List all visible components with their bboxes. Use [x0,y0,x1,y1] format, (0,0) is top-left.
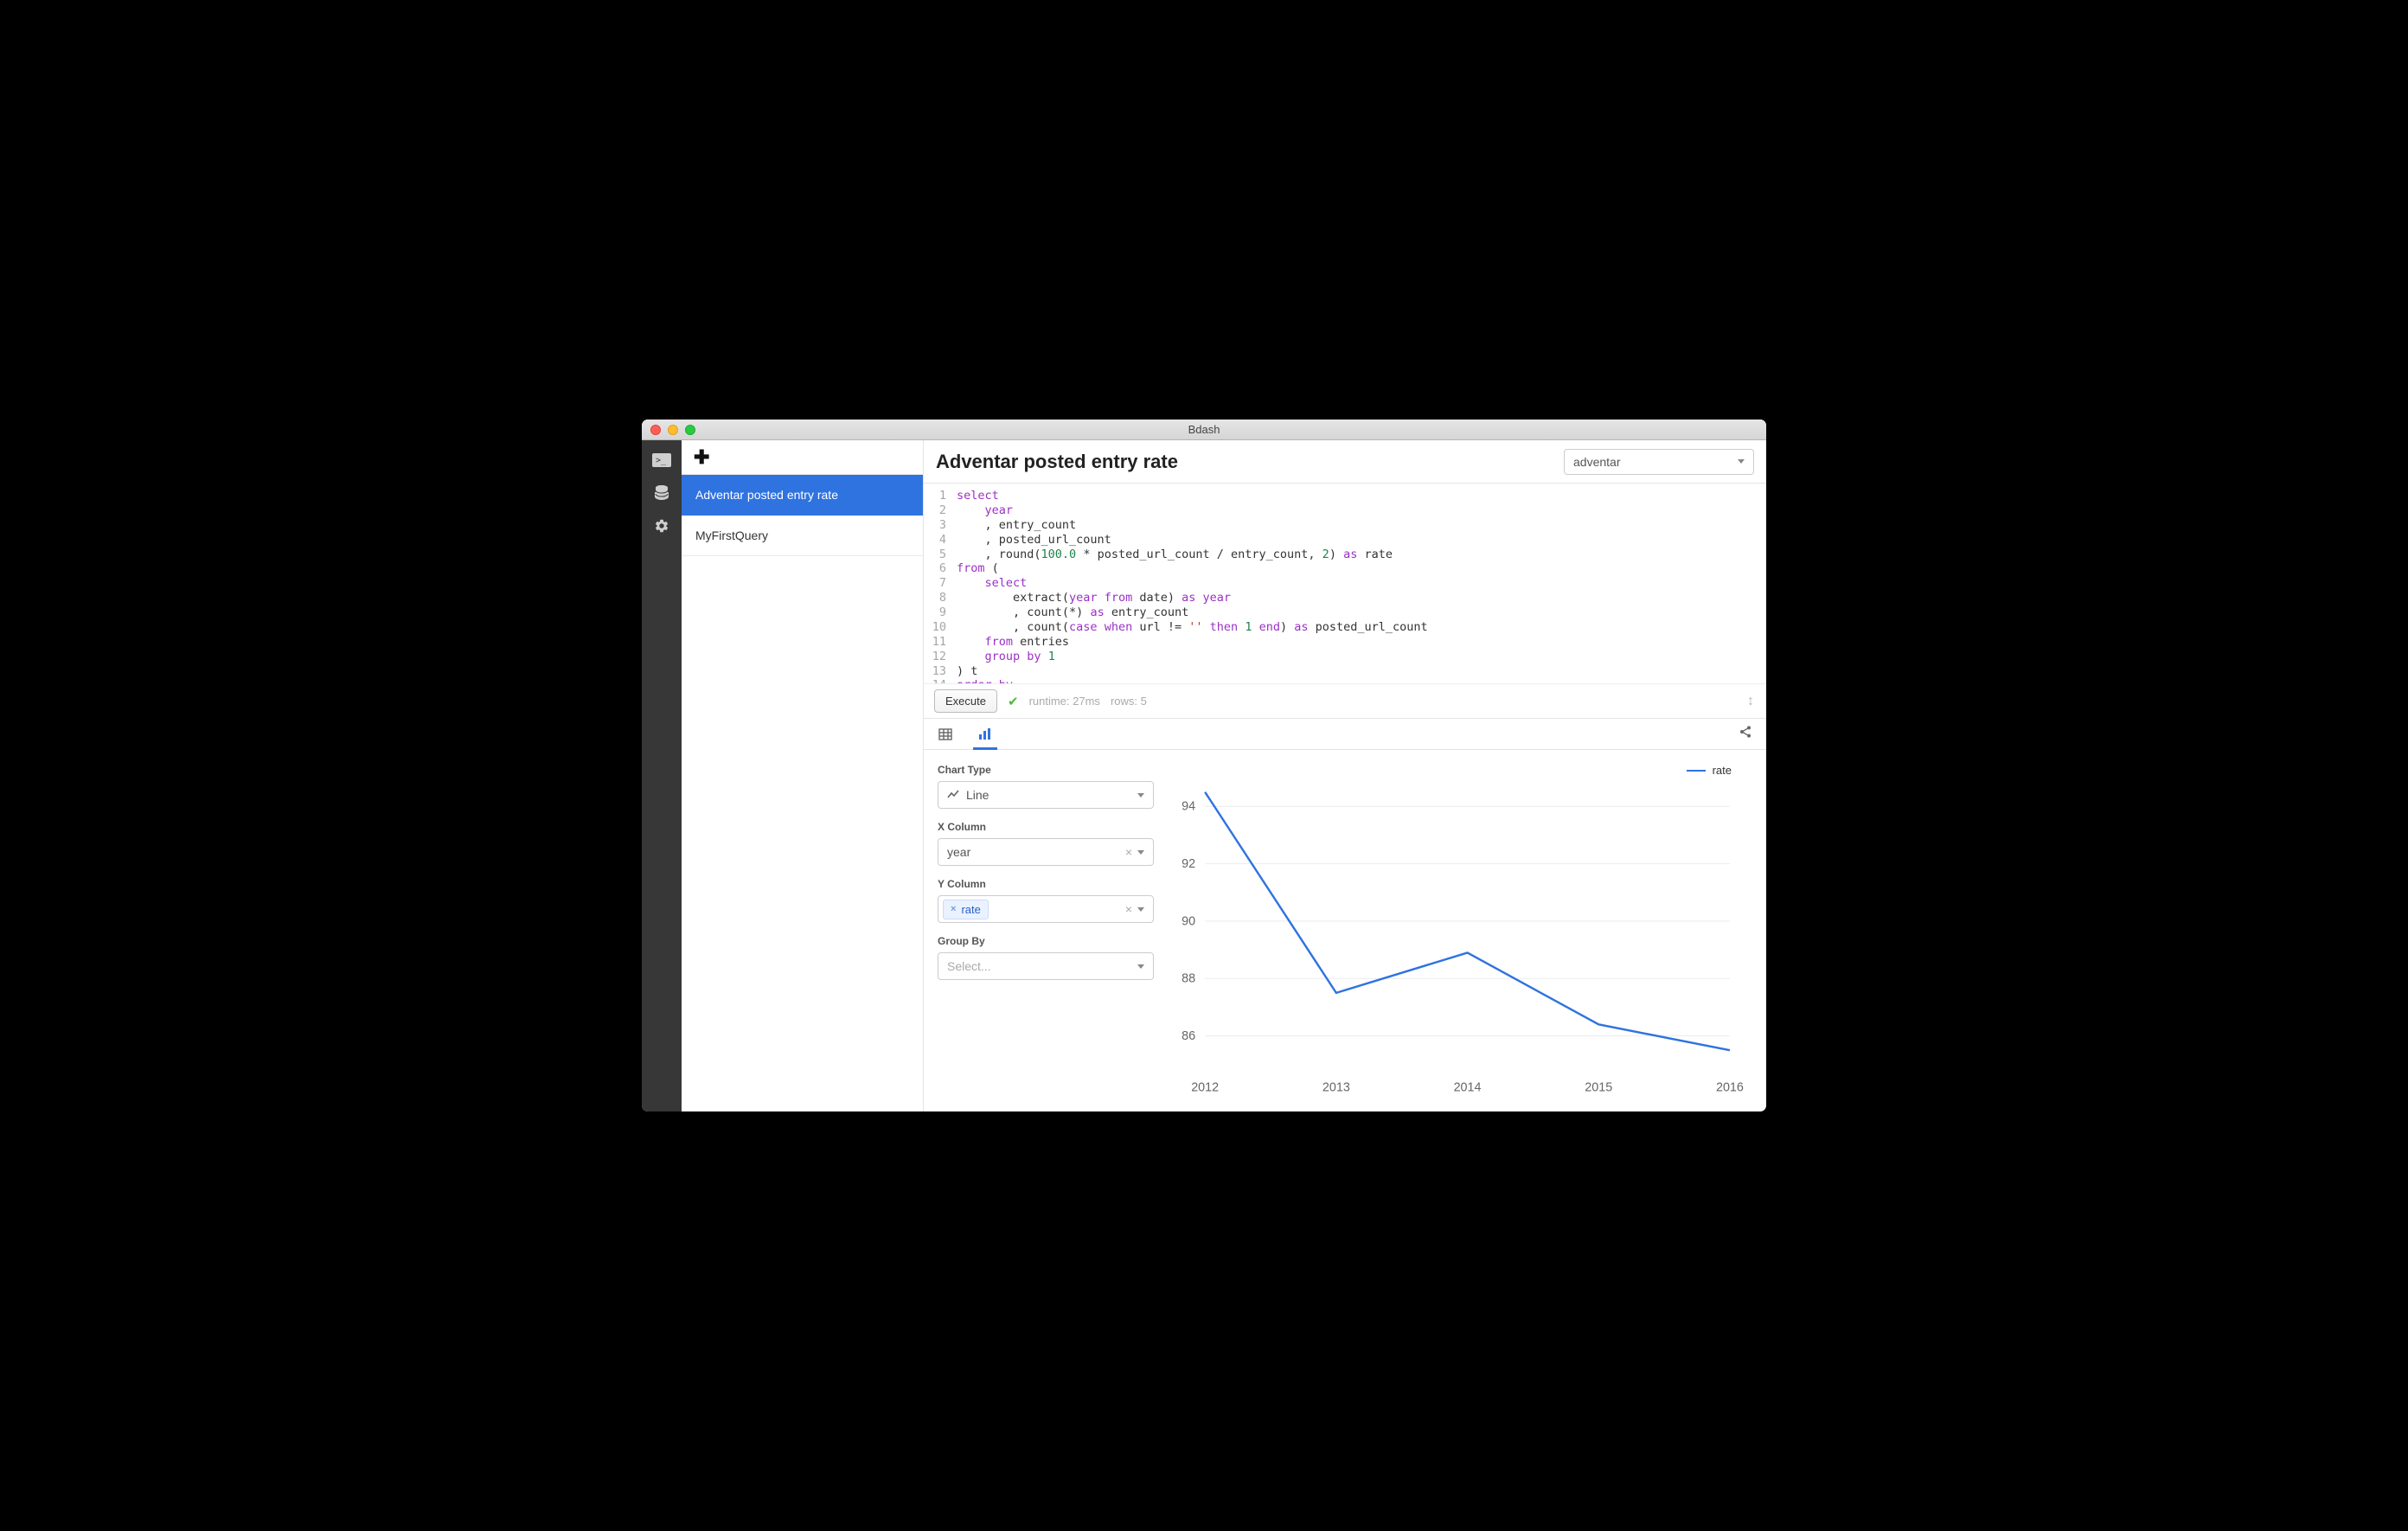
svg-text:88: 88 [1182,972,1195,986]
caret-down-icon [1137,793,1144,798]
chart-canvas: rate 86 88 90 92 94 2012 2013 2014 2015 2016 [1157,750,1766,1111]
x-column-value: year [947,845,970,859]
main-header: Adventar posted entry rate adventar [924,440,1766,484]
chart-legend: rate [1687,764,1732,777]
svg-text:94: 94 [1182,800,1195,814]
bar-chart-icon [978,728,992,740]
runtime-text: runtime: 27ms [1029,695,1100,708]
query-list-item[interactable]: Adventar posted entry rate [682,475,923,516]
clear-y-icon[interactable]: × [1125,902,1132,916]
caret-down-icon [1738,459,1745,464]
y-column-control: Y Column × rate × [938,878,1143,923]
svg-text:2015: 2015 [1585,1081,1612,1095]
zoom-window-button[interactable] [685,425,695,435]
svg-text:92: 92 [1182,857,1195,871]
query-list-header: ✚ [682,440,923,475]
chart-type-value: Line [966,788,989,802]
terminal-icon[interactable]: >_ [651,452,672,468]
window-title: Bdash [1188,423,1220,436]
line-chart[interactable]: 86 88 90 92 94 2012 2013 2014 2015 2016 [1157,759,1749,1103]
y-column-label: Y Column [938,878,1143,890]
chart-type-label: Chart Type [938,764,1143,776]
svg-text:>_: >_ [656,456,667,465]
share-button[interactable] [1739,725,1752,743]
legend-swatch [1687,770,1706,772]
execute-button[interactable]: Execute [934,689,997,713]
result-tabs [924,719,1766,750]
check-icon: ✔ [1008,694,1019,709]
close-window-button[interactable] [650,425,661,435]
caret-down-icon [1137,850,1144,855]
svg-text:2013: 2013 [1322,1081,1350,1095]
rows-text: rows: 5 [1111,695,1147,708]
caret-down-icon [1137,964,1144,969]
y-column-select[interactable]: × rate × [938,895,1154,923]
query-list-item[interactable]: MyFirstQuery [682,516,923,556]
resize-handle-icon[interactable]: ↕ [1747,694,1754,709]
y-column-tag-label: rate [961,903,980,916]
remove-tag-icon[interactable]: × [951,904,956,914]
chart-area: Chart Type Line X Column year [924,750,1766,1111]
app-window: Bdash >_ ✚ Adventar posted entry rate My… [642,420,1766,1111]
editor-code[interactable]: select year , entry_count , posted_url_c… [951,489,1766,683]
group-by-label: Group By [938,935,1143,947]
chart-type-select[interactable]: Line [938,781,1154,809]
gear-icon[interactable] [651,518,672,534]
x-column-select[interactable]: year × [938,838,1154,866]
line-gutter: 1234567891011121314 [924,489,951,683]
tab-table[interactable] [938,719,953,749]
svg-text:2016: 2016 [1716,1081,1744,1095]
query-title[interactable]: Adventar posted entry rate [936,451,1178,473]
query-list-panel: ✚ Adventar posted entry rate MyFirstQuer… [682,440,924,1111]
table-icon [938,728,952,740]
x-column-control: X Column year × [938,821,1143,866]
y-column-tag: × rate [943,900,989,919]
query-list-item-label: MyFirstQuery [695,528,768,542]
group-by-control: Group By Select... [938,935,1143,980]
datasource-select[interactable]: adventar [1564,449,1754,475]
svg-text:86: 86 [1182,1029,1195,1043]
svg-text:90: 90 [1182,914,1195,928]
group-by-placeholder: Select... [947,959,991,973]
database-icon[interactable] [651,485,672,501]
query-list-item-label: Adventar posted entry rate [695,488,838,502]
sql-editor[interactable]: 1234567891011121314 select year , entry_… [924,484,1766,684]
svg-text:2014: 2014 [1454,1081,1482,1095]
datasource-value: adventar [1573,455,1620,469]
chart-type-control: Chart Type Line [938,764,1143,809]
caret-down-icon [1137,907,1144,912]
clear-x-icon[interactable]: × [1125,845,1132,859]
main-panel: Adventar posted entry rate adventar 1234… [924,440,1766,1111]
chart-controls: Chart Type Line X Column year [924,750,1157,1111]
traffic-lights [650,425,695,435]
svg-text:2012: 2012 [1191,1081,1219,1095]
iconbar: >_ [642,440,682,1111]
tab-chart[interactable] [977,719,993,749]
add-query-button[interactable]: ✚ [694,448,709,467]
share-icon [1739,725,1752,739]
titlebar: Bdash [642,420,1766,440]
group-by-select[interactable]: Select... [938,952,1154,980]
minimize-window-button[interactable] [668,425,678,435]
line-chart-icon [947,790,959,800]
legend-label: rate [1713,764,1732,777]
x-column-label: X Column [938,821,1143,833]
execute-bar: Execute ✔ runtime: 27ms rows: 5 ↕ [924,684,1766,719]
